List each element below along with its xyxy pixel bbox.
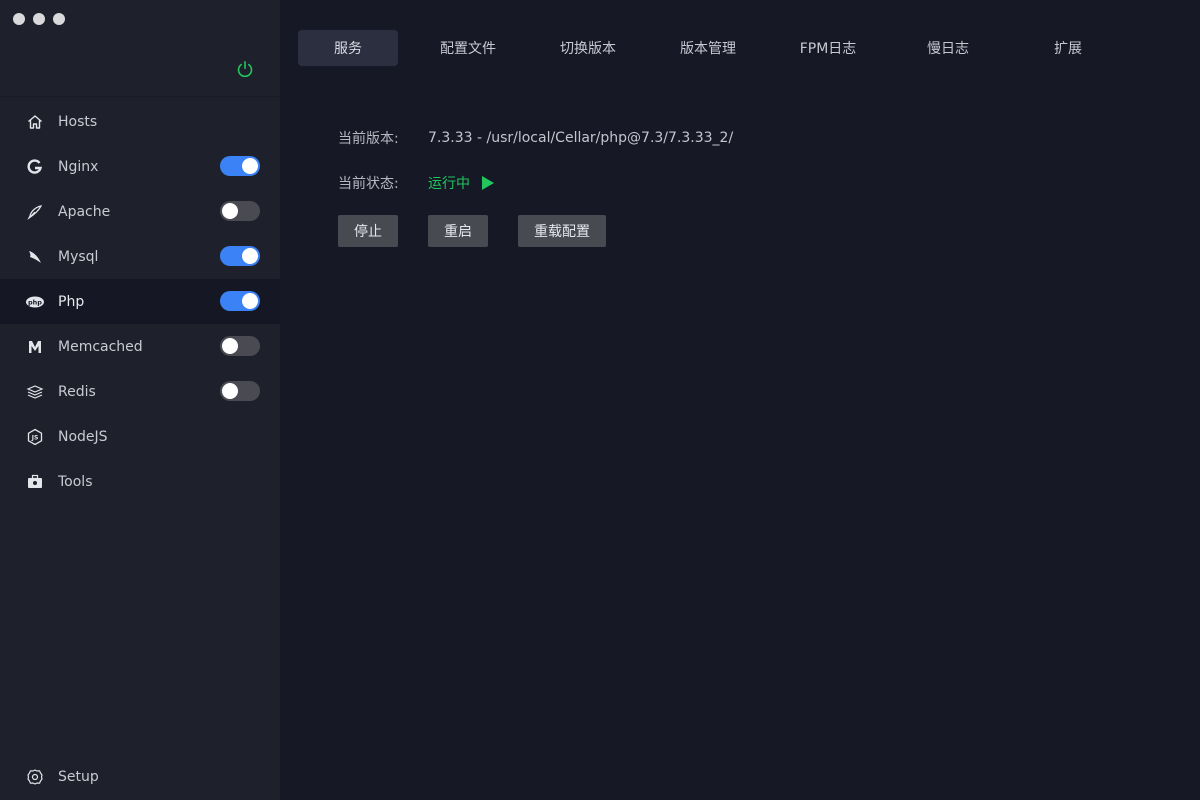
- tab-service[interactable]: 服务: [298, 30, 398, 66]
- version-row: 当前版本: 7.3.33 - /usr/local/Cellar/php@7.3…: [338, 128, 733, 148]
- nginx-icon: [25, 157, 45, 177]
- restart-button[interactable]: 重启: [428, 215, 488, 247]
- stop-button[interactable]: 停止: [338, 215, 398, 247]
- maximize-window-button[interactable]: [53, 13, 65, 25]
- service-info: 当前版本: 7.3.33 - /usr/local/Cellar/php@7.3…: [338, 128, 733, 218]
- tab-bar: 服务 配置文件 切换版本 版本管理 FPM日志 慢日志 扩展: [298, 30, 1138, 66]
- sidebar-item-label: Hosts: [58, 113, 98, 130]
- sidebar-nav: Hosts Nginx Apache Mysql php Php Memcach…: [0, 99, 280, 504]
- sidebar-item-label: Nginx: [58, 158, 99, 175]
- tab-fpm-log[interactable]: FPM日志: [778, 30, 878, 66]
- dolphin-icon: [25, 247, 45, 267]
- php-icon: php: [25, 292, 45, 312]
- sidebar-item-mysql[interactable]: Mysql: [0, 234, 280, 279]
- memcached-icon: [25, 337, 45, 357]
- nginx-toggle[interactable]: [220, 156, 260, 176]
- toolbox-icon: [25, 472, 45, 492]
- play-icon: [482, 176, 494, 190]
- sidebar-item-redis[interactable]: Redis: [0, 369, 280, 414]
- php-toggle[interactable]: [220, 291, 260, 311]
- version-label: 当前版本:: [338, 131, 399, 147]
- home-icon: [25, 112, 45, 132]
- version-value: 7.3.33 - /usr/local/Cellar/php@7.3/7.3.3…: [428, 130, 734, 146]
- sidebar-item-hosts[interactable]: Hosts: [0, 99, 280, 144]
- power-icon[interactable]: [236, 60, 254, 78]
- sidebar-item-nodejs[interactable]: JS NodeJS: [0, 414, 280, 459]
- mysql-toggle[interactable]: [220, 246, 260, 266]
- sidebar-item-apache[interactable]: Apache: [0, 189, 280, 234]
- sidebar-item-label: Setup: [58, 769, 99, 785]
- status-row: 当前状态: 运行中: [338, 173, 733, 193]
- sidebar-item-tools[interactable]: Tools: [0, 459, 280, 504]
- tab-slow-log[interactable]: 慢日志: [898, 30, 998, 66]
- sidebar-item-label: Apache: [58, 203, 111, 220]
- sidebar-header: [0, 0, 280, 97]
- reload-config-button[interactable]: 重载配置: [518, 215, 606, 247]
- sidebar-item-nginx[interactable]: Nginx: [0, 144, 280, 189]
- sidebar-item-php[interactable]: php Php: [0, 279, 280, 324]
- sidebar-item-label: Memcached: [58, 338, 143, 355]
- app-window: Hosts Nginx Apache Mysql php Php Memcach…: [0, 0, 1200, 800]
- close-window-button[interactable]: [13, 13, 25, 25]
- sidebar-item-label: NodeJS: [58, 428, 108, 445]
- main-panel: 服务 配置文件 切换版本 版本管理 FPM日志 慢日志 扩展 当前版本: 7.3…: [280, 0, 1200, 800]
- feather-icon: [25, 202, 45, 222]
- memcached-toggle[interactable]: [220, 336, 260, 356]
- apache-toggle[interactable]: [220, 201, 260, 221]
- sidebar-item-label: Mysql: [58, 248, 99, 265]
- sidebar-item-memcached[interactable]: Memcached: [0, 324, 280, 369]
- sidebar-item-setup[interactable]: Setup: [0, 754, 280, 800]
- gear-icon: [25, 767, 45, 787]
- tab-switch-version[interactable]: 切换版本: [538, 30, 638, 66]
- tab-version-management[interactable]: 版本管理: [658, 30, 758, 66]
- redis-toggle[interactable]: [220, 381, 260, 401]
- sidebar-item-label: Tools: [58, 473, 93, 490]
- status-value: 运行中: [428, 176, 470, 192]
- status-label: 当前状态:: [338, 176, 399, 192]
- nodejs-icon: JS: [25, 427, 45, 447]
- redis-icon: [25, 382, 45, 402]
- sidebar-item-label: Redis: [58, 383, 96, 400]
- sidebar: Hosts Nginx Apache Mysql php Php Memcach…: [0, 0, 280, 800]
- window-controls: [13, 13, 65, 25]
- tab-config-file[interactable]: 配置文件: [418, 30, 518, 66]
- svg-text:JS: JS: [31, 434, 39, 441]
- sidebar-item-label: Php: [58, 293, 85, 310]
- svg-text:php: php: [28, 298, 42, 306]
- tab-extensions[interactable]: 扩展: [1018, 30, 1118, 66]
- service-actions: 停止 重启 重载配置: [338, 215, 636, 247]
- minimize-window-button[interactable]: [33, 13, 45, 25]
